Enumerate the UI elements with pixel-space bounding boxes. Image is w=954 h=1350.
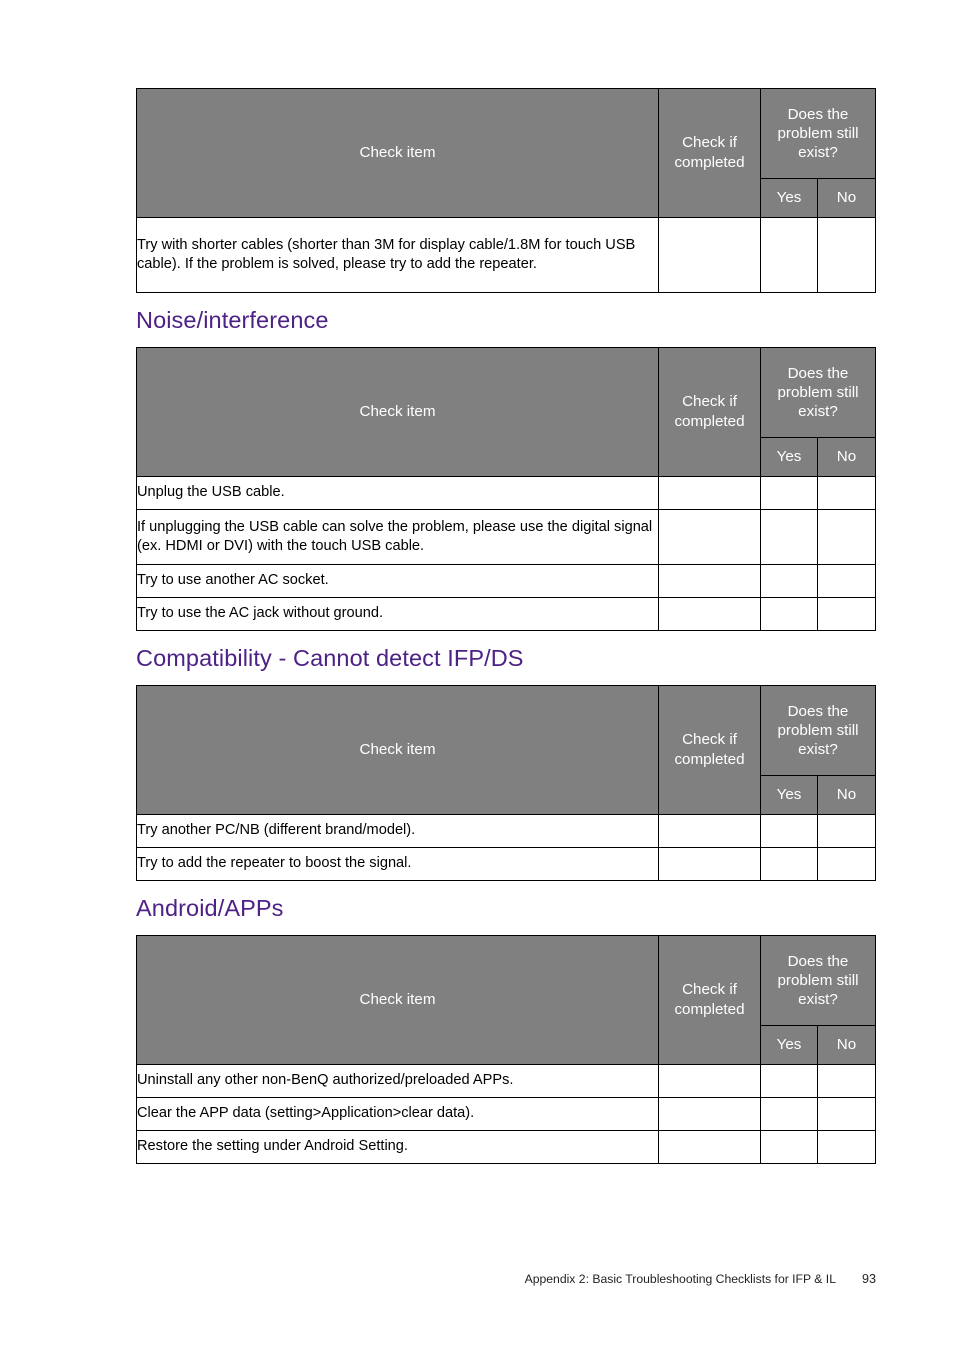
completed-checkbox-cell[interactable]: [658, 597, 761, 632]
completed-checkbox-cell[interactable]: [658, 217, 761, 293]
yes-checkbox-cell[interactable]: [760, 847, 818, 882]
header-check-item: Check item: [136, 935, 659, 1066]
no-checkbox-cell[interactable]: [817, 564, 876, 599]
yes-checkbox-cell[interactable]: [760, 1130, 818, 1165]
table-header-row: Check item Check if completed Does the p…: [136, 347, 876, 478]
yes-checkbox-cell[interactable]: [760, 476, 818, 511]
no-checkbox-cell[interactable]: [817, 476, 876, 511]
table-header-row: Check item Check if completed Does the p…: [136, 88, 876, 218]
checklist-table: Check item Check if completed Does the p…: [136, 88, 876, 293]
header-yes: Yes: [760, 178, 818, 218]
table-header-row: Check item Check if completed Does the p…: [136, 685, 876, 816]
header-check-item: Check item: [136, 685, 659, 816]
header-check-if-completed: Check if completed: [658, 935, 761, 1066]
header-no: No: [817, 1025, 876, 1066]
checklist-section-1: Check item Check if completed Does the p…: [136, 347, 876, 632]
yes-checkbox-cell[interactable]: [760, 1097, 818, 1132]
header-check-item: Check item: [136, 347, 659, 478]
table-row: Try to use another AC socket.: [136, 564, 876, 599]
yes-checkbox-cell[interactable]: [760, 509, 818, 566]
checklist-table: Check item Check if completed Does the p…: [136, 935, 876, 1165]
check-item-text: Uninstall any other non-BenQ authorized/…: [136, 1064, 659, 1099]
checklist-section-0: Check item Check if completed Does the p…: [136, 88, 876, 293]
checklist-section-2: Check item Check if completed Does the p…: [136, 685, 876, 882]
no-checkbox-cell[interactable]: [817, 509, 876, 566]
table-row: If unplugging the USB cable can solve th…: [136, 509, 876, 566]
completed-checkbox-cell[interactable]: [658, 564, 761, 599]
header-check-item: Check item: [136, 88, 659, 218]
document-page: Check item Check if completed Does the p…: [0, 0, 954, 1350]
footer-appendix-text: Appendix 2: Basic Troubleshooting Checkl…: [524, 1272, 836, 1286]
header-check-if-completed: Check if completed: [658, 88, 761, 218]
no-checkbox-cell[interactable]: [817, 847, 876, 882]
no-checkbox-cell[interactable]: [817, 217, 876, 293]
header-does-problem-still-exist: Does the problem still exist?: [760, 685, 876, 777]
section-heading-compatibility: Compatibility - Cannot detect IFP/DS: [136, 645, 524, 672]
completed-checkbox-cell[interactable]: [658, 814, 761, 849]
header-yes: Yes: [760, 437, 818, 478]
check-item-text: Try with shorter cables (shorter than 3M…: [136, 217, 659, 293]
table-row: Restore the setting under Android Settin…: [136, 1130, 876, 1165]
footer-page-number: 93: [861, 1272, 876, 1286]
yes-checkbox-cell[interactable]: [760, 597, 818, 632]
table-row: Clear the APP data (setting>Application>…: [136, 1097, 876, 1132]
no-checkbox-cell[interactable]: [817, 1064, 876, 1099]
completed-checkbox-cell[interactable]: [658, 1097, 761, 1132]
check-item-text: Clear the APP data (setting>Application>…: [136, 1097, 659, 1132]
header-check-if-completed: Check if completed: [658, 685, 761, 816]
table-row: Try another PC/NB (different brand/model…: [136, 814, 876, 849]
check-item-text: Try to add the repeater to boost the sig…: [136, 847, 659, 882]
section-heading-wrap-3: Android/APPs: [136, 895, 876, 922]
checklist-section-3: Check item Check if completed Does the p…: [136, 935, 876, 1165]
checklist-table: Check item Check if completed Does the p…: [136, 347, 876, 632]
header-does-problem-still-exist: Does the problem still exist?: [760, 88, 876, 179]
check-item-text: Unplug the USB cable.: [136, 476, 659, 511]
completed-checkbox-cell[interactable]: [658, 476, 761, 511]
yes-checkbox-cell[interactable]: [760, 1064, 818, 1099]
completed-checkbox-cell[interactable]: [658, 1130, 761, 1165]
table-header-row: Check item Check if completed Does the p…: [136, 935, 876, 1066]
no-checkbox-cell[interactable]: [817, 1130, 876, 1165]
no-checkbox-cell[interactable]: [817, 597, 876, 632]
header-no: No: [817, 437, 876, 478]
check-item-text: Restore the setting under Android Settin…: [136, 1130, 659, 1165]
check-item-text: If unplugging the USB cable can solve th…: [136, 509, 659, 566]
check-item-text: Try to use another AC socket.: [136, 564, 659, 599]
completed-checkbox-cell[interactable]: [658, 1064, 761, 1099]
table-row: Try with shorter cables (shorter than 3M…: [136, 217, 876, 293]
section-heading-android-apps: Android/APPs: [136, 895, 284, 922]
no-checkbox-cell[interactable]: [817, 1097, 876, 1132]
completed-checkbox-cell[interactable]: [658, 847, 761, 882]
table-row: Unplug the USB cable.: [136, 476, 876, 511]
header-yes: Yes: [760, 1025, 818, 1066]
section-heading-wrap-1: Noise/interference: [136, 307, 876, 334]
check-item-text: Try to use the AC jack without ground.: [136, 597, 659, 632]
header-does-problem-still-exist: Does the problem still exist?: [760, 935, 876, 1027]
yes-checkbox-cell[interactable]: [760, 564, 818, 599]
header-check-if-completed: Check if completed: [658, 347, 761, 478]
page-content: Check item Check if completed Does the p…: [136, 88, 876, 1165]
section-heading-wrap-2: Compatibility - Cannot detect IFP/DS: [136, 645, 876, 672]
header-yes: Yes: [760, 775, 818, 816]
no-checkbox-cell[interactable]: [817, 814, 876, 849]
checklist-table: Check item Check if completed Does the p…: [136, 685, 876, 882]
header-no: No: [817, 178, 876, 218]
header-no: No: [817, 775, 876, 816]
header-does-problem-still-exist: Does the problem still exist?: [760, 347, 876, 439]
check-item-text: Try another PC/NB (different brand/model…: [136, 814, 659, 849]
table-row: Uninstall any other non-BenQ authorized/…: [136, 1064, 876, 1099]
table-row: Try to add the repeater to boost the sig…: [136, 847, 876, 882]
completed-checkbox-cell[interactable]: [658, 509, 761, 566]
yes-checkbox-cell[interactable]: [760, 814, 818, 849]
page-footer: Appendix 2: Basic Troubleshooting Checkl…: [0, 1272, 954, 1286]
yes-checkbox-cell[interactable]: [760, 217, 818, 293]
table-row: Try to use the AC jack without ground.: [136, 597, 876, 632]
section-heading-noise-interference: Noise/interference: [136, 307, 329, 333]
